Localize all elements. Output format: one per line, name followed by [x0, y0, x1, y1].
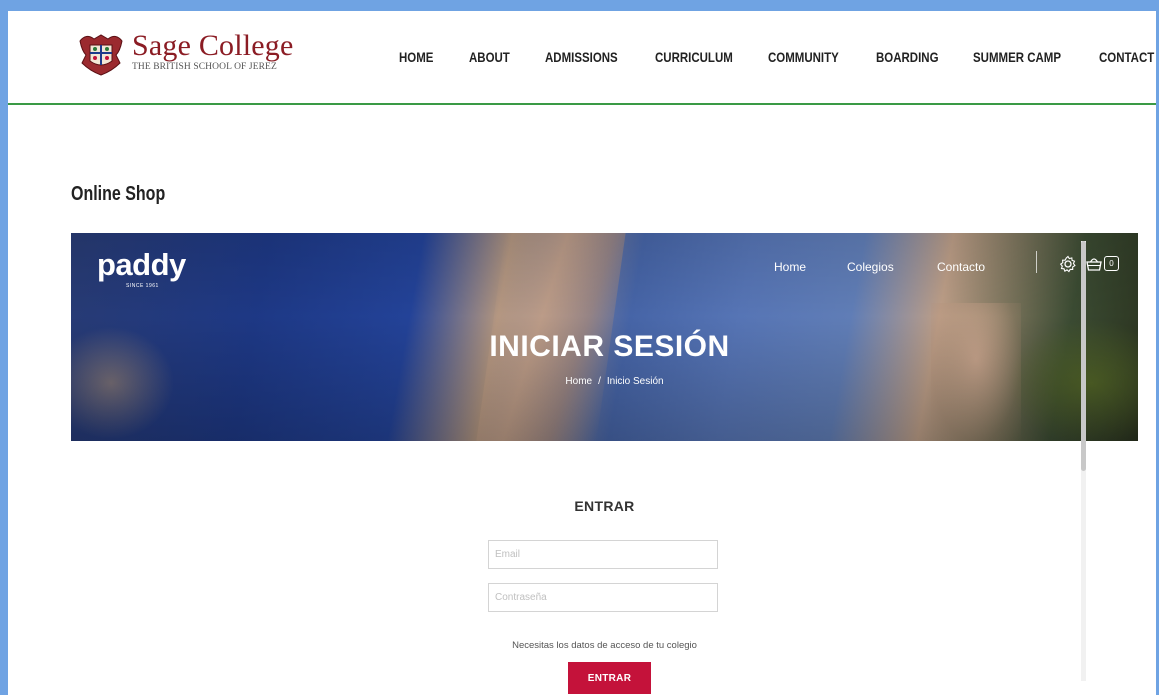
shop-nav-colegios[interactable]: Colegios	[847, 260, 894, 274]
nav-curriculum[interactable]: CURRICULUM	[655, 49, 733, 65]
login-title: ENTRAR	[574, 498, 635, 514]
scrollbar-thumb[interactable]	[1081, 241, 1086, 471]
login-hint: Necesitas los datos de acceso de tu cole…	[512, 640, 697, 651]
password-field[interactable]	[488, 583, 718, 612]
email-field[interactable]	[488, 540, 718, 569]
nav-boarding[interactable]: BOARDING	[876, 49, 939, 65]
shop-logo[interactable]: paddy	[97, 247, 186, 283]
nav-home[interactable]: HOME	[399, 49, 433, 65]
nav-about[interactable]: ABOUT	[469, 49, 510, 65]
nav-community[interactable]: COMMUNITY	[768, 49, 839, 65]
shop-embed: paddy SINCE 1961 Home Colegios Contacto …	[71, 233, 1138, 695]
page: Sage College THE BRITISH SCHOOL OF JEREZ…	[8, 11, 1156, 695]
hero-title: INICIAR SESIÓN	[489, 330, 730, 363]
shop-hero: paddy SINCE 1961 Home Colegios Contacto …	[71, 233, 1138, 441]
shop-scrollbar[interactable]	[1081, 241, 1086, 681]
main-nav: HOME ABOUT ADMISSIONS CURRICULUM COMMUNI…	[8, 49, 1156, 69]
breadcrumb-home[interactable]: Home	[565, 376, 592, 387]
nav-contact[interactable]: CONTACT	[1099, 49, 1154, 65]
login-button[interactable]: ENTRAR	[568, 662, 651, 694]
nav-summer-camp[interactable]: SUMMER CAMP	[973, 49, 1061, 65]
shop-nav-contacto[interactable]: Contacto	[937, 260, 985, 274]
basket-icon[interactable]	[1085, 255, 1103, 273]
page-title: Online Shop	[71, 183, 166, 205]
breadcrumb-separator: /	[598, 376, 601, 387]
nav-separator	[1036, 251, 1037, 273]
shop-nav-home[interactable]: Home	[774, 260, 806, 274]
nav-admissions[interactable]: ADMISSIONS	[545, 49, 618, 65]
breadcrumb: Home / Inicio Sesión	[71, 376, 1138, 387]
site-header: Sage College THE BRITISH SCHOOL OF JEREZ…	[8, 11, 1156, 105]
shop-logo-tag: SINCE 1961	[126, 283, 159, 289]
breadcrumb-current: Inicio Sesión	[606, 376, 664, 387]
cart-count-icon[interactable]: 0	[1104, 256, 1119, 271]
settings-icon[interactable]	[1059, 255, 1077, 273]
